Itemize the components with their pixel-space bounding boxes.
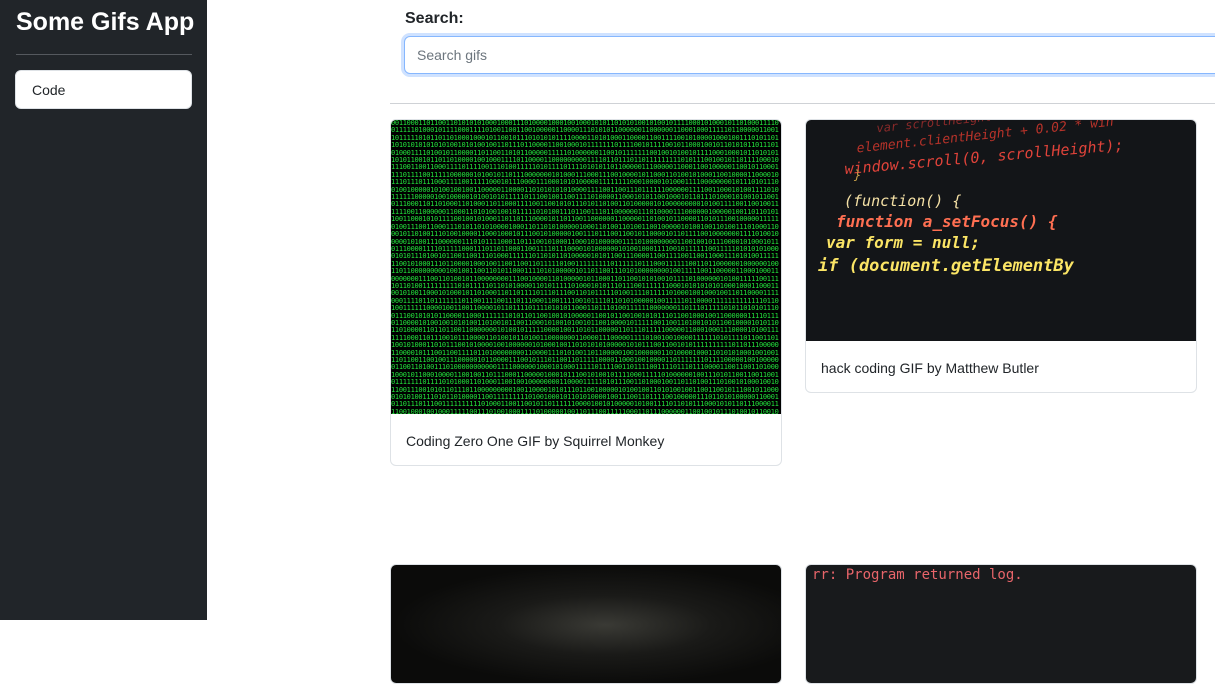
search-input[interactable] — [404, 36, 1215, 74]
sidebar: Some Gifs App Code — [0, 0, 207, 620]
sidebar-divider — [16, 54, 192, 55]
gif-title: hack coding GIF by Matthew Butler — [821, 360, 1039, 376]
gif-card[interactable]: var scrollHeight = window element.client… — [805, 119, 1197, 393]
gif-title: Coding Zero One GIF by Squirrel Monkey — [406, 433, 665, 449]
gif-image[interactable] — [391, 565, 781, 683]
code-line: var form = null; — [826, 233, 981, 252]
code-line: (function() { — [844, 192, 962, 210]
terminal-line: rr: Program returned log. — [812, 567, 1023, 583]
gif-card[interactable]: 0011000110110011010101010001000111010000… — [390, 119, 782, 466]
code-line: if (document.getElementBy — [818, 256, 1074, 276]
code-line: function a_setFocus() { — [836, 212, 1058, 231]
sidebar-item-code[interactable]: Code — [15, 70, 192, 109]
gif-image-matrix[interactable]: 0011000110110011010101010001000111010000… — [391, 120, 781, 414]
gif-image-code[interactable]: var scrollHeight = window element.client… — [806, 120, 1196, 341]
code-line: } — [854, 168, 862, 182]
gif-card[interactable]: rr: Program returned log. — [805, 564, 1197, 684]
gif-card[interactable] — [390, 564, 782, 684]
app-title[interactable]: Some Gifs App — [16, 8, 194, 37]
divider — [390, 103, 1215, 104]
gif-image-terminal[interactable]: rr: Program returned log. — [806, 565, 1196, 683]
search-label: Search: — [405, 10, 464, 27]
